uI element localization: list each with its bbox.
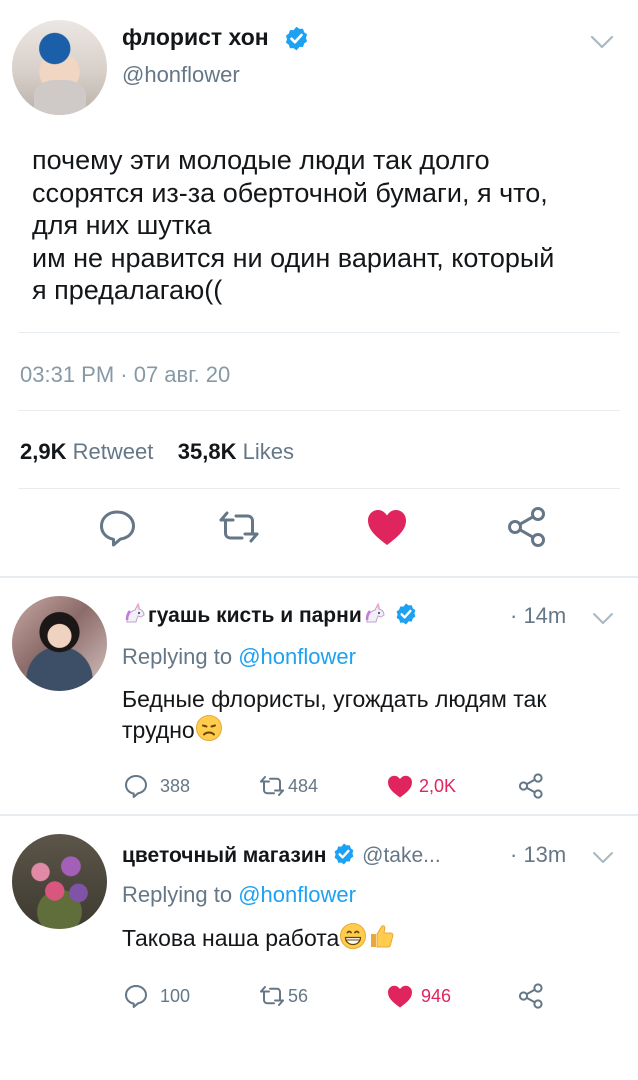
replying-prefix: Replying to [122, 882, 233, 907]
reply-tweet[interactable]: гуашь кисть и парни · 14m Replying to @h… [0, 578, 638, 814]
reply-icon[interactable] [95, 505, 139, 549]
divider [18, 410, 620, 411]
reply-icon[interactable] [122, 772, 150, 800]
reply-icon[interactable] [122, 982, 150, 1010]
like-count: 946 [421, 986, 452, 1006]
retweet-count: 56 [288, 986, 309, 1006]
chevron-down-icon[interactable] [591, 849, 615, 867]
reply-count: 388 [160, 776, 191, 796]
retweets-label[interactable]: Retweet [73, 439, 154, 464]
chevron-down-icon[interactable] [589, 32, 615, 52]
reply-text: Такова наша работа [122, 922, 612, 953]
reply-text-content: Такова наша работа [122, 925, 340, 951]
reply-author-name[interactable]: цветочный магазин @take... [122, 842, 441, 868]
reply-count: 100 [160, 986, 191, 1006]
reply-actions: 100 56 946 [0, 982, 638, 1012]
reply-author-name-text: цветочный магазин [122, 844, 327, 867]
share-icon[interactable] [505, 505, 549, 549]
retweet-icon[interactable] [258, 982, 286, 1010]
divider [18, 332, 620, 333]
like-heart-icon[interactable] [386, 772, 414, 800]
replying-handle-link[interactable]: @honflower [238, 644, 356, 669]
grinning-face-icon [340, 923, 367, 949]
chevron-down-icon[interactable] [591, 610, 615, 628]
retweet-count: 484 [288, 776, 319, 796]
reply-actions: 388 484 2,0K [0, 772, 638, 802]
verified-badge-icon [285, 26, 308, 51]
reply-avatar[interactable] [12, 834, 107, 929]
replying-prefix: Replying to [122, 644, 233, 669]
share-icon[interactable] [517, 772, 545, 800]
likes-label[interactable]: Likes [243, 439, 294, 464]
retweets-count[interactable]: 2,9K [20, 439, 66, 464]
reply-text-content: Бедные флористы, угождать людям так труд… [122, 686, 547, 743]
reply-author-name-text: гуашь кисть и парни [148, 604, 362, 627]
tweet-timestamp: 03:31 PM · 07 авг. 20 [20, 362, 231, 387]
verified-badge-icon [396, 603, 415, 625]
divider [18, 488, 620, 489]
likes-count[interactable]: 35,8K [178, 439, 237, 464]
disappointed-face-icon [195, 715, 222, 741]
like-heart-icon[interactable] [386, 982, 414, 1010]
share-icon[interactable] [517, 982, 545, 1010]
replying-to: Replying to @honflower [122, 644, 356, 670]
tweet-stats: 2,9K Retweet 35,8K Likes [20, 439, 294, 465]
reply-avatar[interactable] [12, 596, 107, 691]
reply-author-name[interactable]: гуашь кисть и парни [122, 600, 418, 628]
reply-time: · 13m [510, 842, 567, 867]
replying-handle-link[interactable]: @honflower [238, 882, 356, 907]
tweet-text: почему эти молодые люди так долго ссорят… [32, 145, 555, 305]
author-avatar[interactable] [12, 20, 107, 115]
reply-author-handle: @take... [362, 844, 441, 867]
like-heart-icon[interactable] [365, 505, 409, 549]
unicorn-icon [125, 602, 145, 623]
replying-to: Replying to @honflower [122, 882, 356, 908]
author-handle[interactable]: @honflower [122, 62, 240, 88]
retweet-icon[interactable] [217, 505, 261, 549]
reply-time: · 14m [510, 603, 567, 628]
tweet-actions [0, 505, 638, 561]
retweet-icon[interactable] [258, 772, 286, 800]
author-name[interactable]: флорист хон [122, 24, 269, 51]
verified-badge-icon [334, 843, 354, 865]
reply-tweet[interactable]: цветочный магазин @take... · 13m Replyin… [0, 816, 638, 1046]
unicorn-icon [365, 602, 385, 623]
like-count: 2,0K [419, 776, 457, 796]
reply-text: Бедные флористы, угождать людям так труд… [122, 684, 612, 745]
thumbs-up-icon [371, 925, 394, 948]
